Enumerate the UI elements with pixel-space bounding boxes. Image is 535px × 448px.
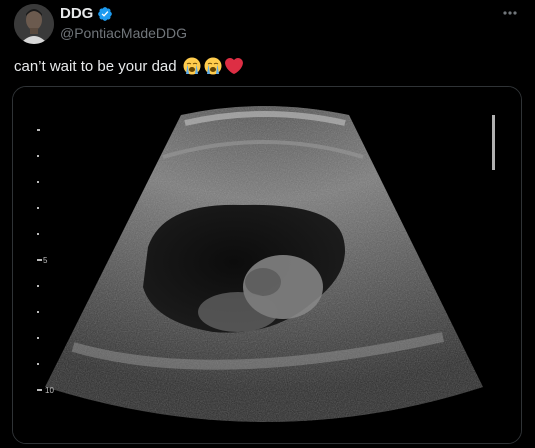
author-handle[interactable]: @PontiacMadeDDG bbox=[60, 25, 187, 41]
author-name-row: DDG bbox=[60, 5, 113, 22]
verified-badge-icon[interactable] bbox=[97, 6, 113, 22]
red-heart-emoji bbox=[224, 57, 243, 75]
more-options-button[interactable] bbox=[499, 2, 521, 24]
tweet-text-content: can’t wait to be your dad bbox=[14, 57, 177, 75]
avatar[interactable] bbox=[14, 4, 54, 44]
avatar-image bbox=[14, 4, 54, 44]
tweet-text: can’t wait to be your dad bbox=[14, 57, 243, 75]
ultrasound-image: 5 10 bbox=[13, 87, 521, 443]
tweet-media-ultrasound[interactable]: 5 10 bbox=[12, 86, 522, 444]
loudly-crying-face-emoji bbox=[204, 57, 222, 75]
more-dots-icon bbox=[503, 11, 517, 15]
loudly-crying-face-emoji bbox=[183, 57, 201, 75]
depth-label-10: 10 bbox=[45, 386, 54, 395]
author-display-name[interactable]: DDG bbox=[60, 5, 93, 22]
depth-label-5: 5 bbox=[43, 256, 48, 265]
